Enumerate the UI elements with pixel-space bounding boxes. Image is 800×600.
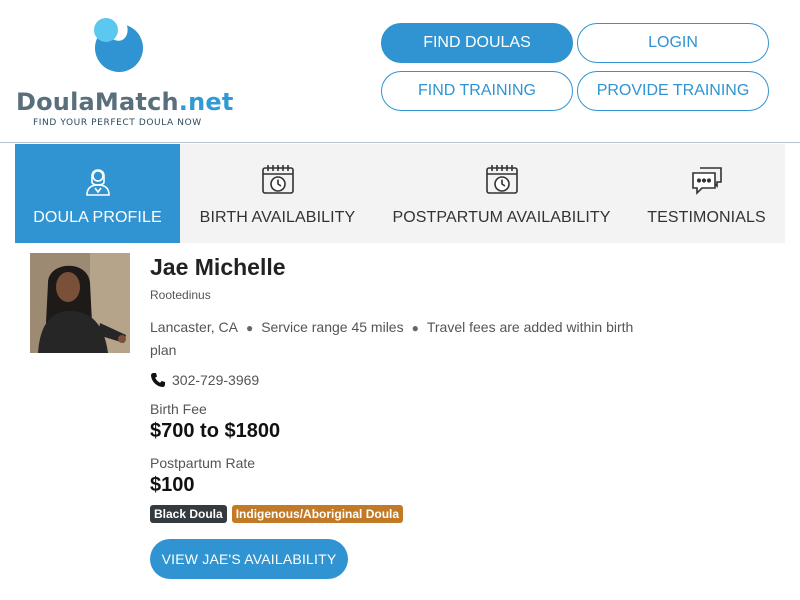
view-availability-button[interactable]: VIEW JAE'S AVAILABILITY xyxy=(150,539,348,579)
doula-name: Jae Michelle xyxy=(150,254,286,280)
doula-portrait-image xyxy=(30,253,130,353)
logo-wordmark: DoulaMatch.net xyxy=(16,88,234,116)
tab-label: TESTIMONIALS xyxy=(647,209,766,226)
birth-fee-value: $700 to $1800 xyxy=(150,420,281,442)
tab-postpartum-availability[interactable]: POSTPARTUM AVAILABILITY xyxy=(375,144,628,243)
tab-label: DOULA PROFILE xyxy=(33,209,162,226)
site-logo[interactable]: DoulaMatch.net FIND YOUR PERFECT DOULA N… xyxy=(16,12,233,132)
badge-list: Black Doula Indigenous/Aboriginal Doula xyxy=(150,505,404,523)
find-training-button[interactable]: FIND TRAINING xyxy=(381,71,573,111)
birth-fee-label: Birth Fee xyxy=(150,401,207,417)
tab-birth-availability[interactable]: BIRTH AVAILABILITY xyxy=(180,144,375,243)
site-header: DoulaMatch.net FIND YOUR PERFECT DOULA N… xyxy=(0,0,800,143)
postpartum-rate-value: $100 xyxy=(150,474,195,496)
phone-row[interactable]: 302-729-3969 xyxy=(150,372,259,388)
tab-testimonials[interactable]: TESTIMONIALS xyxy=(628,144,785,243)
chat-bubbles-icon xyxy=(691,167,722,195)
badge-black-doula: Black Doula xyxy=(150,505,227,523)
tab-doula-profile[interactable]: DOULA PROFILE xyxy=(15,144,180,243)
badge-indigenous-doula: Indigenous/Aboriginal Doula xyxy=(231,505,404,523)
calendar-clock-icon xyxy=(261,165,294,194)
find-doulas-button[interactable]: FIND DOULAS xyxy=(381,23,573,63)
logo-mark-icon xyxy=(94,17,143,72)
postpartum-rate-label: Postpartum Rate xyxy=(150,455,256,471)
location-details: Lancaster, CA ● Service range 45 miles ● Tra… xyxy=(150,316,640,361)
separator-dot: ● xyxy=(411,321,419,335)
provide-training-button[interactable]: PROVIDE TRAINING xyxy=(577,71,769,111)
doula-photo xyxy=(30,253,130,353)
tab-label: POSTPARTUM AVAILABILITY xyxy=(392,209,611,226)
profile-tabs: DOULA PROFILE BIRTH AVAILABILITY POSTPAR… xyxy=(15,144,785,243)
phone-number[interactable]: 302-729-3969 xyxy=(172,372,259,388)
separator-dot: ● xyxy=(245,321,254,335)
service-range: Service range 45 miles xyxy=(261,319,404,335)
location-city: Lancaster, CA xyxy=(150,319,238,335)
doula-profile-icon xyxy=(85,169,110,196)
phone-icon xyxy=(151,373,165,387)
calendar-clock-icon xyxy=(485,165,518,194)
login-button[interactable]: LOGIN xyxy=(577,23,769,63)
tab-label: BIRTH AVAILABILITY xyxy=(199,209,356,226)
logo-tagline: FIND YOUR PERFECT DOULA NOW xyxy=(33,118,202,128)
business-name: Rootedinus xyxy=(150,288,211,302)
